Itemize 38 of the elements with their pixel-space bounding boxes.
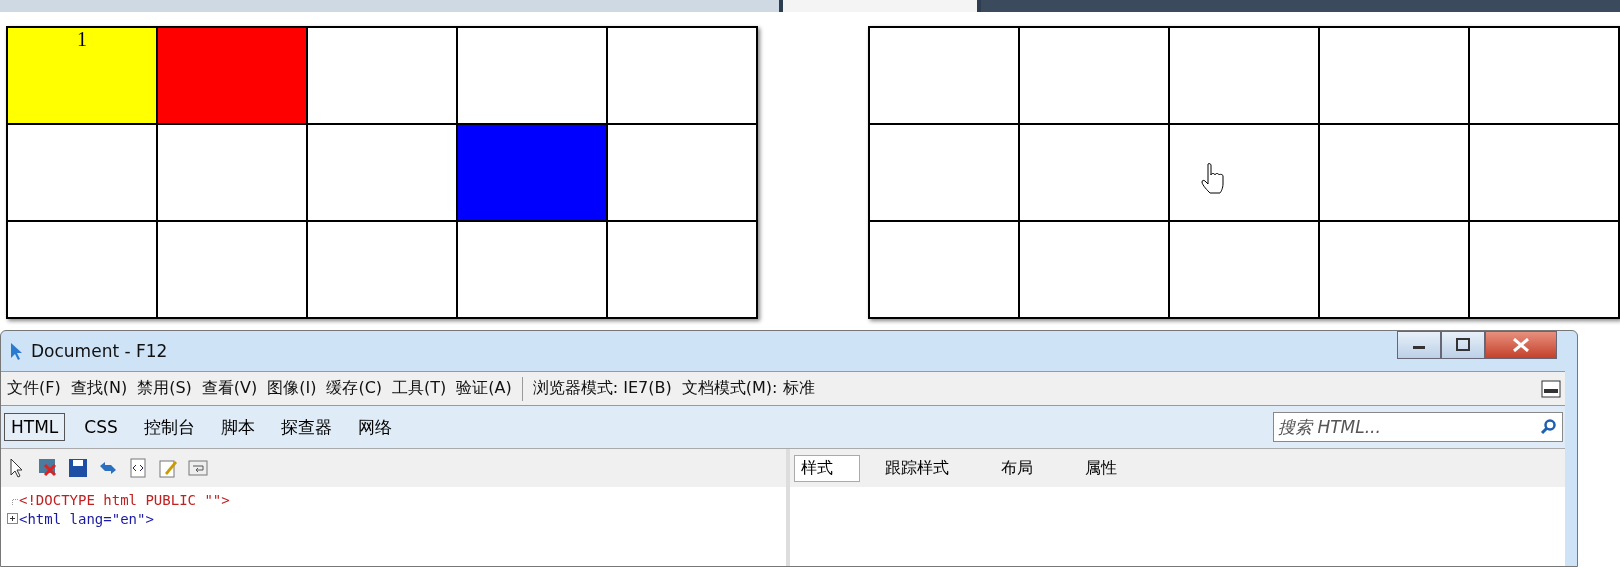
close-icon	[1512, 338, 1530, 352]
tab[interactable]: 样式	[794, 454, 860, 482]
tab[interactable]: CSS	[77, 413, 125, 441]
tab[interactable]: 布局	[994, 454, 1060, 482]
expand-icon[interactable]	[7, 513, 18, 524]
tab[interactable]: 网络	[350, 411, 399, 443]
tab[interactable]: 跟踪样式	[878, 454, 976, 482]
menu-item[interactable]: 禁用(S)	[137, 378, 192, 399]
source-icon[interactable]	[127, 457, 149, 479]
clear-icon[interactable]	[37, 457, 59, 479]
search-icon	[1539, 418, 1557, 436]
table-cell: 1	[7, 27, 157, 124]
doctype-code: <!DOCTYPE html PUBLIC "">	[19, 491, 230, 508]
maximize-button[interactable]	[1441, 331, 1485, 359]
menu-item[interactable]: 文档模式(M): 标准	[681, 378, 815, 399]
menu-item[interactable]: 验证(A)	[456, 378, 512, 399]
close-button[interactable]	[1485, 331, 1557, 359]
menu-item[interactable]: 查看(V)	[201, 378, 258, 399]
tab[interactable]: 控制台	[136, 411, 202, 443]
menu-item[interactable]: 浏览器模式: IE7(B)	[532, 378, 672, 399]
dock-icon[interactable]	[1541, 379, 1561, 398]
menu-item[interactable]: 查找(N)	[70, 378, 128, 399]
tab[interactable]: HTML	[4, 413, 66, 441]
tab[interactable]: 探查器	[273, 411, 339, 443]
edit-icon[interactable]	[157, 457, 179, 479]
hand-cursor-icon	[1200, 162, 1226, 194]
menu-item[interactable]: 工具(T)	[392, 378, 447, 399]
minimize-button[interactable]	[1397, 331, 1441, 359]
html-element-code[interactable]: <html lang="en">	[19, 510, 154, 527]
menu-item[interactable]: 缓存(C)	[326, 378, 383, 399]
window-title: Document - F12	[31, 341, 168, 361]
menu-item[interactable]: 文件(F)	[7, 378, 61, 399]
search-field[interactable]: 搜索 HTML...	[1273, 412, 1563, 442]
save-icon[interactable]	[67, 457, 89, 479]
menu-item[interactable]: 图像(I)	[267, 378, 317, 399]
tab[interactable]: 脚本	[213, 411, 262, 443]
maximize-icon	[1456, 338, 1470, 352]
tab[interactable]: 属性	[1078, 454, 1144, 482]
